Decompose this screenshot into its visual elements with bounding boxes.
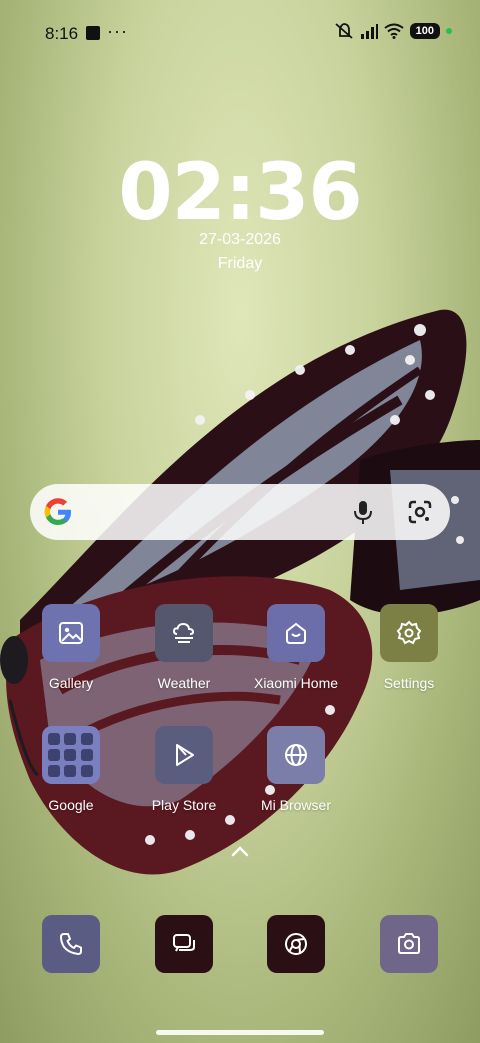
app-label: Weather xyxy=(157,675,211,691)
weather-icon xyxy=(155,604,213,662)
more-notifications: ··· xyxy=(107,21,128,41)
app-play-store[interactable]: Play Store xyxy=(134,726,234,813)
clock-time[interactable]: 02:36 xyxy=(0,148,480,238)
app-label: Mi Browser xyxy=(260,797,331,813)
play-store-icon xyxy=(155,726,213,784)
dock-chrome[interactable] xyxy=(267,915,325,973)
square-notification-icon xyxy=(86,26,100,40)
status-time: 8:16 xyxy=(45,24,79,43)
dock-phone[interactable] xyxy=(42,915,100,973)
google-logo xyxy=(44,498,71,525)
mute-icon xyxy=(335,23,353,39)
battery-icon: 100 xyxy=(409,23,440,39)
privacy-dot-indicator xyxy=(446,28,452,34)
app-gallery[interactable]: Gallery xyxy=(21,604,121,691)
google-folder-icon xyxy=(42,726,100,784)
gear-icon xyxy=(380,604,438,662)
app-xiaomi-home[interactable]: Xiaomi Home xyxy=(246,604,346,691)
chevron-up-icon[interactable] xyxy=(228,842,252,860)
camera-icon xyxy=(398,933,420,954)
wifi-icon xyxy=(384,23,404,39)
mic-icon[interactable] xyxy=(349,498,377,526)
home-gesture-bar[interactable] xyxy=(156,1030,324,1035)
app-weather[interactable]: Weather xyxy=(134,604,234,691)
globe-icon xyxy=(267,726,325,784)
signal-icon xyxy=(360,24,378,39)
app-label: Google xyxy=(48,797,94,813)
app-label: Play Store xyxy=(151,797,217,813)
clock-date: 27-03-2026 xyxy=(199,231,281,248)
xiaomi-home-icon xyxy=(267,604,325,662)
google-search-bar[interactable] xyxy=(30,484,450,540)
app-label: Xiaomi Home xyxy=(253,675,339,691)
app-settings[interactable]: Settings xyxy=(359,604,459,691)
app-label: Gallery xyxy=(48,675,94,691)
app-folder-google[interactable]: Google xyxy=(21,726,121,813)
messages-icon xyxy=(173,934,195,952)
dock-messages[interactable] xyxy=(155,915,213,973)
google-lens-icon[interactable] xyxy=(406,498,434,526)
phone-icon xyxy=(60,933,82,955)
status-bar: 8:16 ··· 100 xyxy=(0,0,480,64)
gallery-icon xyxy=(42,604,100,662)
dock-camera[interactable] xyxy=(380,915,438,973)
chrome-icon xyxy=(285,933,307,955)
app-mi-browser[interactable]: Mi Browser xyxy=(246,726,346,813)
status-right: 100 xyxy=(334,22,452,40)
app-label: Settings xyxy=(383,675,435,691)
clock-day: Friday xyxy=(217,255,263,272)
